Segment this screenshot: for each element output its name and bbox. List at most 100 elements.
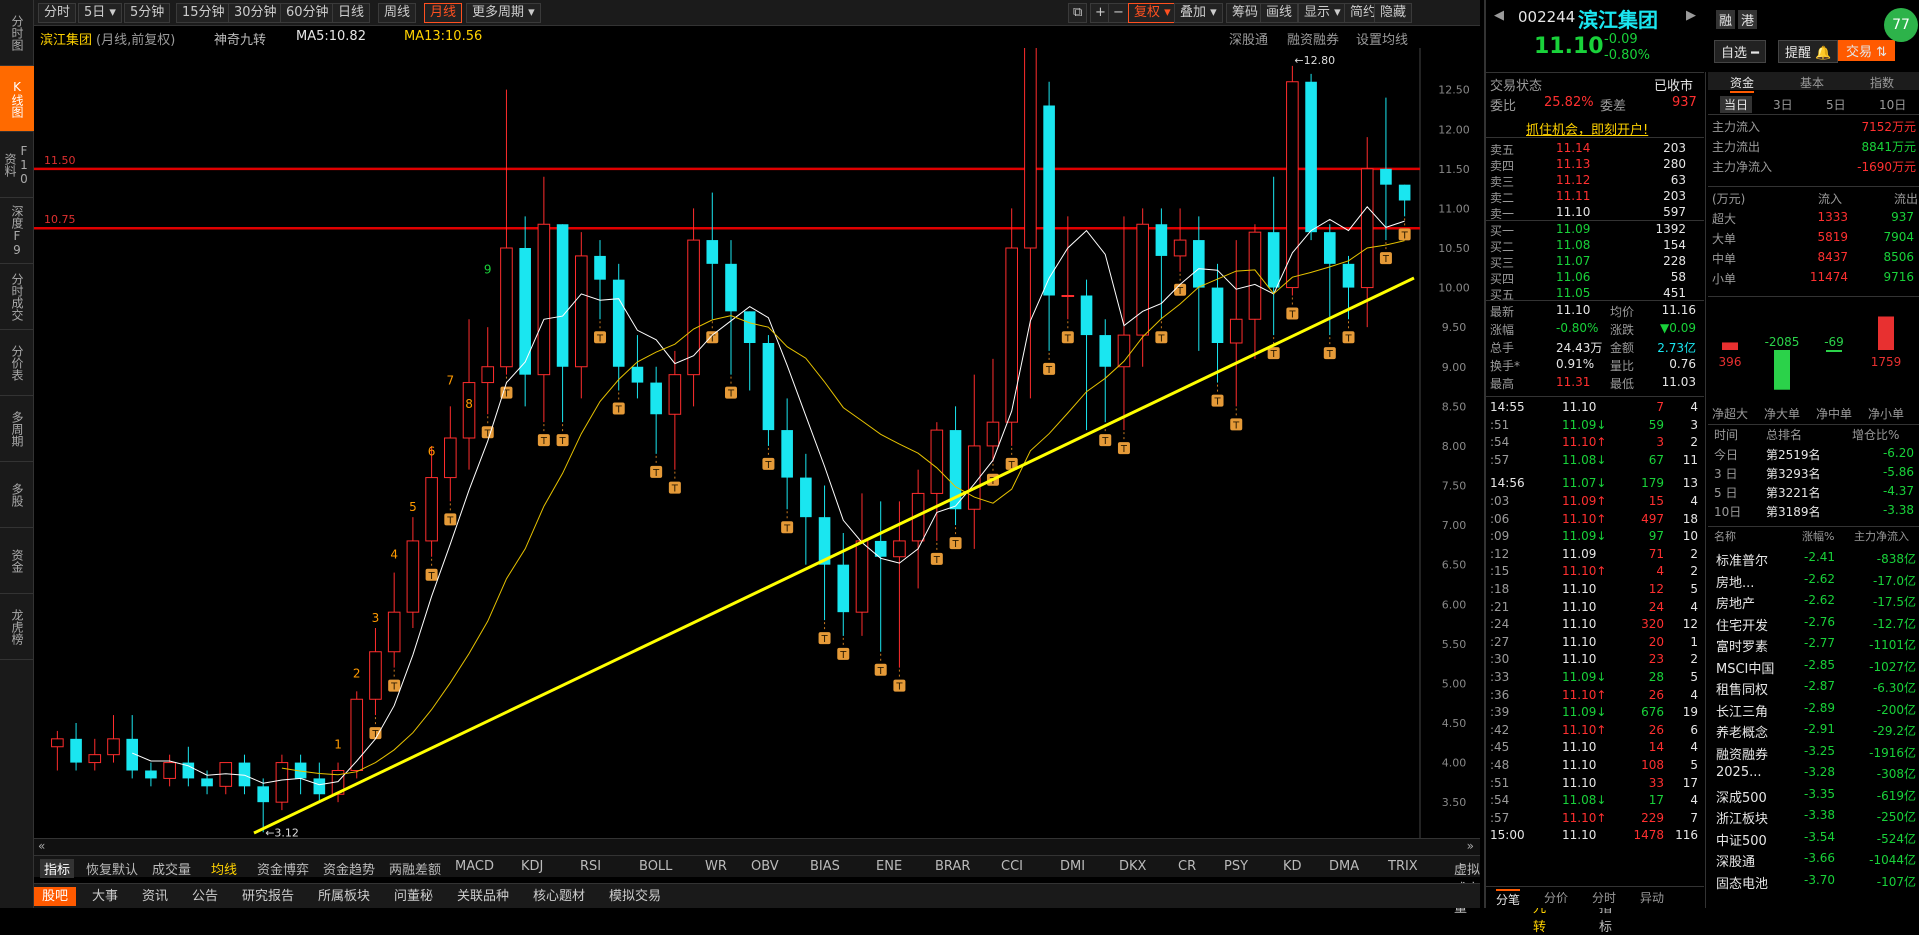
- sector-name[interactable]: 租售同权: [1716, 679, 1768, 698]
- nav-2[interactable]: F10资料: [0, 132, 34, 198]
- link-sgt[interactable]: 深股通: [1229, 29, 1268, 48]
- period-5[interactable]: 60分钟: [280, 3, 335, 23]
- bottom-tab-0[interactable]: 股吧: [34, 887, 77, 906]
- alert-button[interactable]: 提醒 🔔: [1778, 40, 1839, 63]
- bottom-tab-7[interactable]: 关联品种: [449, 887, 517, 906]
- next-stock-icon[interactable]: ▶: [1686, 8, 1696, 23]
- scroll-right-icon[interactable]: »: [1467, 839, 1474, 853]
- indicator-0[interactable]: 指标: [40, 859, 75, 878]
- trade-button[interactable]: 交易 ⇅: [1838, 40, 1896, 61]
- indicator-19[interactable]: CR: [1178, 859, 1196, 874]
- day-tab-3[interactable]: 10日: [1879, 96, 1906, 113]
- sector-name[interactable]: 浙江板块: [1716, 808, 1768, 827]
- indicator-11[interactable]: WR: [705, 859, 727, 874]
- indicator-13[interactable]: BIAS: [810, 859, 840, 874]
- sector-name[interactable]: 富时罗素: [1716, 636, 1768, 655]
- tool-1[interactable]: 叠加 ▾: [1174, 3, 1223, 23]
- nav-7[interactable]: 多股: [0, 462, 34, 528]
- bottom-tab-4[interactable]: 研究报告: [234, 887, 302, 906]
- period-1[interactable]: 5日 ▾: [78, 3, 122, 23]
- indicator-18[interactable]: DKX: [1119, 859, 1146, 874]
- bottom-tab-8[interactable]: 核心题材: [525, 887, 593, 906]
- indicator-15[interactable]: BRAR: [935, 859, 970, 874]
- indicator-3[interactable]: 均线: [211, 859, 237, 878]
- fund-tab-2[interactable]: 指数: [1870, 74, 1894, 91]
- zoom-out-icon[interactable]: −: [1108, 3, 1129, 23]
- indicator-5[interactable]: 资金趋势: [323, 859, 375, 878]
- rong-badge[interactable]: 融: [1716, 10, 1736, 29]
- period-4[interactable]: 30分钟: [228, 3, 283, 23]
- day-tab-1[interactable]: 3日: [1773, 96, 1793, 113]
- period-3[interactable]: 15分钟: [176, 3, 231, 23]
- period-6[interactable]: 日线: [332, 3, 371, 23]
- indicator-16[interactable]: CCI: [1001, 859, 1023, 874]
- indicator-label[interactable]: 神奇九转: [214, 29, 266, 48]
- tool-3[interactable]: 画线: [1260, 3, 1299, 23]
- tool-4[interactable]: 显示 ▾: [1298, 3, 1347, 23]
- nav-6[interactable]: 多周期: [0, 396, 34, 462]
- chart-scrollbar[interactable]: «»: [34, 838, 1480, 855]
- watchlist-button[interactable]: 自选 ━: [1714, 40, 1766, 63]
- day-tab-0[interactable]: 当日: [1720, 96, 1753, 113]
- indicator-12[interactable]: OBV: [751, 859, 779, 874]
- indicator-23[interactable]: TRIX: [1388, 859, 1418, 874]
- tool-6[interactable]: 隐藏: [1374, 3, 1413, 23]
- nav-3[interactable]: 深度F9: [0, 198, 34, 264]
- indicator-6[interactable]: 两融差额: [389, 859, 441, 878]
- fund-tab-0[interactable]: 资金: [1730, 74, 1755, 93]
- period-2[interactable]: 5分钟: [124, 3, 171, 23]
- link-ma-settings[interactable]: 设置均线: [1356, 29, 1408, 48]
- nav-4[interactable]: 分时成交: [0, 264, 34, 330]
- nav-5[interactable]: 分价表: [0, 330, 34, 396]
- promo-link[interactable]: 抓住机会，即刻开户!: [1526, 119, 1648, 138]
- indicator-9[interactable]: RSI: [580, 859, 601, 874]
- candlestick-chart[interactable]: 3.50 4.00 4.50 5.00 5.50 6.00 6.50 7.00 7.50 8.00…: [34, 48, 1480, 838]
- tool-2[interactable]: 筹码: [1226, 3, 1265, 23]
- indicator-21[interactable]: KD: [1283, 859, 1302, 874]
- indicator-8[interactable]: KDJ: [521, 859, 543, 874]
- sector-name[interactable]: 融资融券: [1716, 744, 1768, 763]
- indicator-22[interactable]: DMA: [1329, 859, 1359, 874]
- indicator-10[interactable]: BOLL: [639, 859, 672, 874]
- day-tab-2[interactable]: 5日: [1826, 96, 1846, 113]
- bottom-tab-1[interactable]: 大事: [84, 887, 126, 906]
- period-8[interactable]: 月线: [424, 3, 463, 23]
- fund-tab-1[interactable]: 基本: [1800, 74, 1824, 91]
- sector-name[interactable]: MSCI中国: [1716, 658, 1774, 677]
- sector-name[interactable]: 住宅开发: [1716, 615, 1768, 634]
- nav-8[interactable]: 资金: [0, 528, 34, 594]
- sector-name[interactable]: 深成500: [1716, 787, 1767, 806]
- sector-name[interactable]: 深股通: [1716, 851, 1755, 870]
- tick-tab-3[interactable]: 异动: [1640, 889, 1664, 906]
- indicator-20[interactable]: PSY: [1224, 859, 1248, 874]
- sector-name[interactable]: 固态电池: [1716, 873, 1768, 892]
- bottom-tab-3[interactable]: 公告: [184, 887, 226, 906]
- period-0[interactable]: 分时: [38, 3, 77, 23]
- sector-name[interactable]: 标准普尔: [1716, 550, 1768, 569]
- tick-tab-2[interactable]: 分时: [1592, 889, 1616, 906]
- bottom-tab-6[interactable]: 问董秘: [386, 887, 441, 906]
- indicator-1[interactable]: 恢复默认: [86, 859, 138, 878]
- indicator-2[interactable]: 成交量: [152, 859, 191, 878]
- nav-1[interactable]: K线图: [0, 66, 34, 132]
- link-margin[interactable]: 融资融券: [1287, 29, 1339, 48]
- bottom-tab-9[interactable]: 模拟交易: [601, 887, 669, 906]
- sector-name[interactable]: 中证500: [1716, 830, 1767, 849]
- nav-9[interactable]: 龙虎榜: [0, 594, 34, 660]
- scroll-left-icon[interactable]: «: [38, 839, 45, 853]
- indicator-14[interactable]: ENE: [876, 859, 902, 874]
- sector-name[interactable]: 房地产: [1716, 593, 1755, 612]
- sector-name[interactable]: 养老概念: [1716, 722, 1768, 741]
- period-7[interactable]: 周线: [378, 3, 417, 23]
- sector-name[interactable]: 长江三角: [1716, 701, 1768, 720]
- tool-0[interactable]: 复权 ▾: [1128, 3, 1177, 23]
- tick-tab-0[interactable]: 分笔: [1496, 889, 1521, 908]
- nav-0[interactable]: 分时图: [0, 0, 34, 66]
- indicator-7[interactable]: MACD: [455, 859, 494, 874]
- bottom-tab-2[interactable]: 资讯: [134, 887, 176, 906]
- period-9[interactable]: 更多周期 ▾: [466, 3, 541, 23]
- sector-name[interactable]: 房地...: [1716, 572, 1754, 591]
- tick-tab-1[interactable]: 分价: [1544, 889, 1568, 906]
- indicator-4[interactable]: 资金博弈: [257, 859, 309, 878]
- sector-name[interactable]: 2025...: [1716, 765, 1761, 780]
